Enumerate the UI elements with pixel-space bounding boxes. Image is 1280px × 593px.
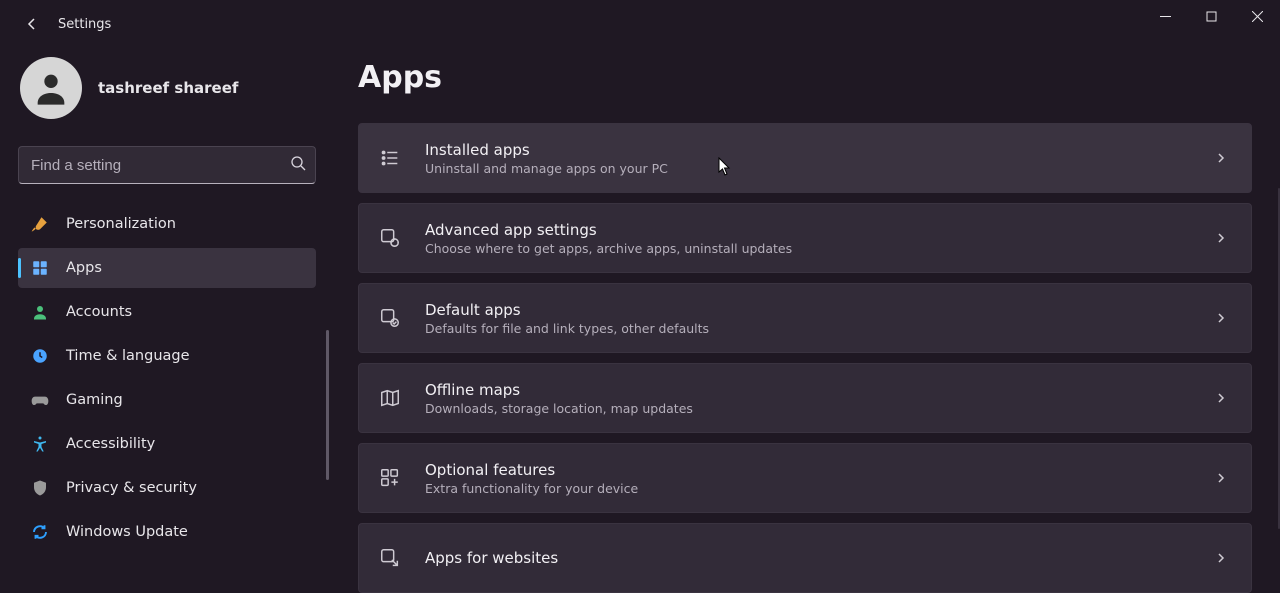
main-panel: Apps Installed apps Uninstall and manage… (340, 48, 1280, 559)
minimize-icon (1160, 11, 1171, 22)
sidebar-item-label: Accessibility (66, 436, 155, 452)
back-button[interactable] (18, 10, 46, 38)
card-text: Offline maps Downloads, storage location… (425, 381, 1193, 416)
sidebar-item-label: Accounts (66, 304, 132, 320)
card-text: Apps for websites (425, 549, 1193, 567)
card-subtitle: Uninstall and manage apps on your PC (425, 161, 1193, 176)
arrow-left-icon (24, 16, 40, 32)
window-controls (1142, 0, 1280, 32)
sidebar-item-accessibility[interactable]: Accessibility (18, 424, 316, 464)
app-link-icon (377, 545, 403, 571)
sidebar-item-accounts[interactable]: Accounts (18, 292, 316, 332)
chevron-right-icon (1215, 309, 1227, 328)
person-icon (30, 302, 50, 322)
search-input[interactable] (18, 146, 316, 184)
sidebar-item-time-language[interactable]: Time & language (18, 336, 316, 376)
sidebar: tashreef shareef Personalization Apps Ac… (0, 48, 340, 559)
card-title: Advanced app settings (425, 221, 1193, 239)
card-title: Apps for websites (425, 549, 1193, 567)
card-subtitle: Choose where to get apps, archive apps, … (425, 241, 1193, 256)
card-subtitle: Downloads, storage location, map updates (425, 401, 1193, 416)
sidebar-item-apps[interactable]: Apps (18, 248, 316, 288)
avatar (20, 57, 82, 119)
paintbrush-icon (30, 214, 50, 234)
search-wrapper (18, 146, 316, 184)
chevron-right-icon (1215, 389, 1227, 408)
page-title: Apps (358, 60, 1252, 95)
sidebar-item-label: Gaming (66, 392, 123, 408)
card-text: Optional features Extra functionality fo… (425, 461, 1193, 496)
chevron-right-icon (1215, 149, 1227, 168)
app-check-icon (377, 305, 403, 331)
sidebar-nav: Personalization Apps Accounts Time & lan… (18, 204, 316, 552)
settings-card-optional-features[interactable]: Optional features Extra functionality fo… (358, 443, 1252, 513)
card-title: Installed apps (425, 141, 1193, 159)
shield-icon (30, 478, 50, 498)
update-icon (30, 522, 50, 542)
profile-block[interactable]: tashreef shareef (18, 48, 330, 128)
card-subtitle: Extra functionality for your device (425, 481, 1193, 496)
settings-card-apps-for-websites[interactable]: Apps for websites (358, 523, 1252, 593)
settings-card-offline-maps[interactable]: Offline maps Downloads, storage location… (358, 363, 1252, 433)
sidebar-item-gaming[interactable]: Gaming (18, 380, 316, 420)
list-icon (377, 145, 403, 171)
card-title: Default apps (425, 301, 1193, 319)
sidebar-item-privacy[interactable]: Privacy & security (18, 468, 316, 508)
card-title: Optional features (425, 461, 1193, 479)
sidebar-item-label: Time & language (66, 348, 190, 364)
settings-card-advanced-settings[interactable]: Advanced app settings Choose where to ge… (358, 203, 1252, 273)
sidebar-item-label: Apps (66, 260, 102, 276)
maximize-button[interactable] (1188, 0, 1234, 32)
settings-card-default-apps[interactable]: Default apps Defaults for file and link … (358, 283, 1252, 353)
chevron-right-icon (1215, 229, 1227, 248)
user-name: tashreef shareef (98, 79, 238, 97)
apps-grid-icon (30, 258, 50, 278)
gamepad-icon (30, 390, 50, 410)
card-title: Offline maps (425, 381, 1193, 399)
minimize-button[interactable] (1142, 0, 1188, 32)
chevron-right-icon (1215, 469, 1227, 488)
card-text: Default apps Defaults for file and link … (425, 301, 1193, 336)
sidebar-item-label: Windows Update (66, 524, 188, 540)
close-button[interactable] (1234, 0, 1280, 32)
sidebar-item-windows-update[interactable]: Windows Update (18, 512, 316, 552)
settings-card-list: Installed apps Uninstall and manage apps… (358, 123, 1252, 593)
titlebar: Settings (0, 0, 1280, 48)
window-title: Settings (58, 17, 111, 32)
card-subtitle: Defaults for file and link types, other … (425, 321, 1193, 336)
maximize-icon (1206, 11, 1217, 22)
sidebar-item-label: Personalization (66, 216, 176, 232)
app-gear-icon (377, 225, 403, 251)
card-text: Advanced app settings Choose where to ge… (425, 221, 1193, 256)
card-text: Installed apps Uninstall and manage apps… (425, 141, 1193, 176)
sidebar-item-personalization[interactable]: Personalization (18, 204, 316, 244)
chevron-right-icon (1215, 549, 1227, 568)
sidebar-item-label: Privacy & security (66, 480, 197, 496)
close-icon (1252, 11, 1263, 22)
search-icon (290, 155, 306, 175)
app-plus-icon (377, 465, 403, 491)
accessibility-icon (30, 434, 50, 454)
map-icon (377, 385, 403, 411)
globe-clock-icon (30, 346, 50, 366)
settings-card-installed-apps[interactable]: Installed apps Uninstall and manage apps… (358, 123, 1252, 193)
person-icon (31, 68, 71, 108)
sidebar-scrollbar-thumb[interactable] (326, 330, 329, 480)
